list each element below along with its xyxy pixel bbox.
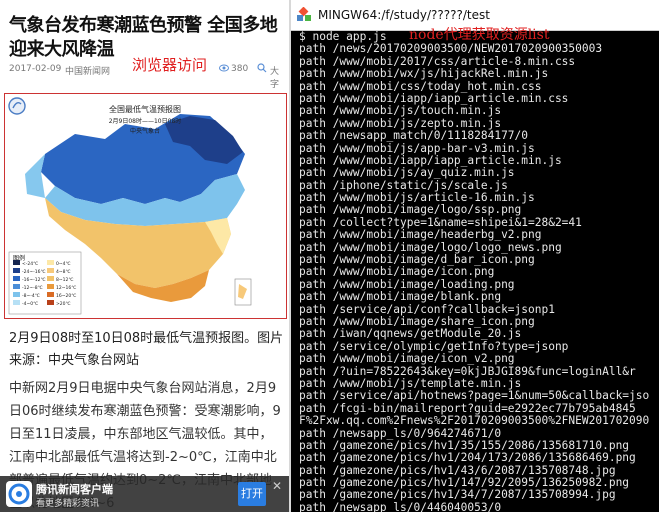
tencent-news-logo-icon bbox=[6, 481, 32, 507]
article-date: 2017-02-09 bbox=[9, 64, 62, 74]
legend-swatch bbox=[47, 276, 54, 281]
open-app-button[interactable]: 打开 bbox=[238, 482, 266, 506]
terminal-line: path /news/20170209003500/NEW20170209003… bbox=[299, 42, 603, 56]
legend-label: -16~-12℃ bbox=[22, 277, 46, 283]
terminal-output: $ node app.js path /news/20170209003500/N… bbox=[299, 30, 659, 512]
terminal-line: path /www/mobi/image/blank.png bbox=[299, 290, 502, 304]
zoom-icon[interactable] bbox=[257, 63, 267, 73]
eye-icon bbox=[219, 64, 229, 72]
image-caption: 2月9日08时至10日08时最低气温预报图。图片来源：中央气象台网站 bbox=[9, 331, 284, 368]
app-download-banner[interactable]: 腾讯新闻客户端 看更多精彩资讯 打开 ✕ bbox=[0, 476, 289, 512]
legend-label: >20℃ bbox=[56, 301, 71, 307]
banner-subtitle: 看更多精彩资讯 bbox=[36, 499, 100, 509]
git-bash-icon bbox=[297, 7, 311, 21]
legend-swatch bbox=[47, 260, 54, 265]
terminal-line: path /www/mobi/image/headerbg_v2.png bbox=[299, 228, 542, 242]
terminal-line: path /www/mobi/wx/js/hijackRel.min.js bbox=[299, 67, 549, 81]
legend-swatch bbox=[13, 276, 20, 281]
legend-swatch bbox=[47, 292, 54, 297]
legend-label: -4~0℃ bbox=[22, 301, 38, 307]
legend-label: 8~12℃ bbox=[56, 277, 73, 283]
terminal-window: MINGW64:/f/study/?????/test $ node app.j… bbox=[291, 0, 659, 512]
legend-swatch bbox=[13, 260, 20, 265]
close-icon[interactable]: ✕ bbox=[272, 479, 282, 493]
article-source: 中国新闻网 bbox=[65, 67, 111, 77]
terminal-line: path /newsapp_match/0/1118284177/0 bbox=[299, 129, 529, 143]
terminal-line: path /www/mobi/image/icon_v2.png bbox=[299, 352, 515, 366]
terminal-line: path /www/mobi/image/logo/ssp.png bbox=[299, 203, 522, 217]
legend-swatch bbox=[13, 292, 20, 297]
legend-swatch bbox=[47, 268, 54, 273]
temperature-map: 全国最低气温预报图 2月9日08时——10日08时 中央气象台 图例 <-24℃… bbox=[4, 93, 287, 319]
browser-annotation: 浏览器访问 bbox=[132, 56, 208, 74]
legend-label: 12~16℃ bbox=[56, 285, 76, 291]
legend-label: 4~8℃ bbox=[56, 269, 71, 275]
china-map-graphic: 全国最低气温预报图 2月9日08时——10日08时 中央气象台 图例 <-24℃… bbox=[8, 97, 252, 315]
article-views: 380 bbox=[231, 64, 249, 74]
map-issuer: 中央气象台 bbox=[130, 127, 160, 135]
terminal-line: path /www/mobi/js/touch.min.js bbox=[299, 104, 502, 118]
terminal-line: path /newsapp_ls/0/446040053/0 bbox=[299, 500, 502, 512]
terminal-line: path /gamezone/pics/hv1/34/7/2087/135708… bbox=[299, 488, 616, 502]
terminal-line: path /service/api/hotnews?page=1&num=50&… bbox=[299, 389, 650, 403]
legend-swatch bbox=[47, 300, 54, 305]
terminal-line: path /iwan/qqnews/getModule_20.js bbox=[299, 327, 522, 341]
terminal-line: path /gamezone/pics/hv1/204/173/2086/135… bbox=[299, 451, 636, 465]
legend-label: -24~-16℃ bbox=[22, 269, 46, 275]
terminal-annotation: node代理获取资源list bbox=[409, 27, 550, 43]
legend-label: <-24℃ bbox=[22, 261, 38, 267]
map-subtitle: 2月9日08时——10日08时 bbox=[109, 117, 182, 125]
legend-label: -12~-8℃ bbox=[22, 285, 43, 291]
terminal-line: path /www/mobi/js/ay_quiz.min.js bbox=[299, 166, 515, 180]
browser-page: 气象台发布寒潮蓝色预警 全国多地迎来大风降温 2017-02-09 中国新闻网 … bbox=[0, 0, 291, 512]
legend-label: 16~20℃ bbox=[56, 293, 76, 299]
terminal-line: F%2Fxw.qq.com%2Fnews%2F20170209003500%2F… bbox=[299, 414, 650, 428]
font-size-toggle[interactable]: 大字 bbox=[270, 64, 285, 90]
terminal-line: path /www/mobi/image/icon.png bbox=[299, 265, 495, 279]
legend-swatch bbox=[47, 284, 54, 289]
banner-title: 腾讯新闻客户端 bbox=[36, 483, 113, 496]
map-legend: 图例 <-24℃-24~-16℃-16~-12℃-12~-8℃-8~-4℃-4~… bbox=[8, 251, 82, 315]
legend-swatch bbox=[13, 284, 20, 289]
map-title: 全国最低气温预报图 bbox=[109, 104, 181, 114]
legend-label: 0~4℃ bbox=[56, 261, 71, 267]
terminal-title: MINGW64:/f/study/?????/test bbox=[318, 8, 490, 22]
legend-label: -8~-4℃ bbox=[22, 293, 40, 299]
legend-swatch bbox=[13, 300, 20, 305]
legend-swatch bbox=[13, 268, 20, 273]
